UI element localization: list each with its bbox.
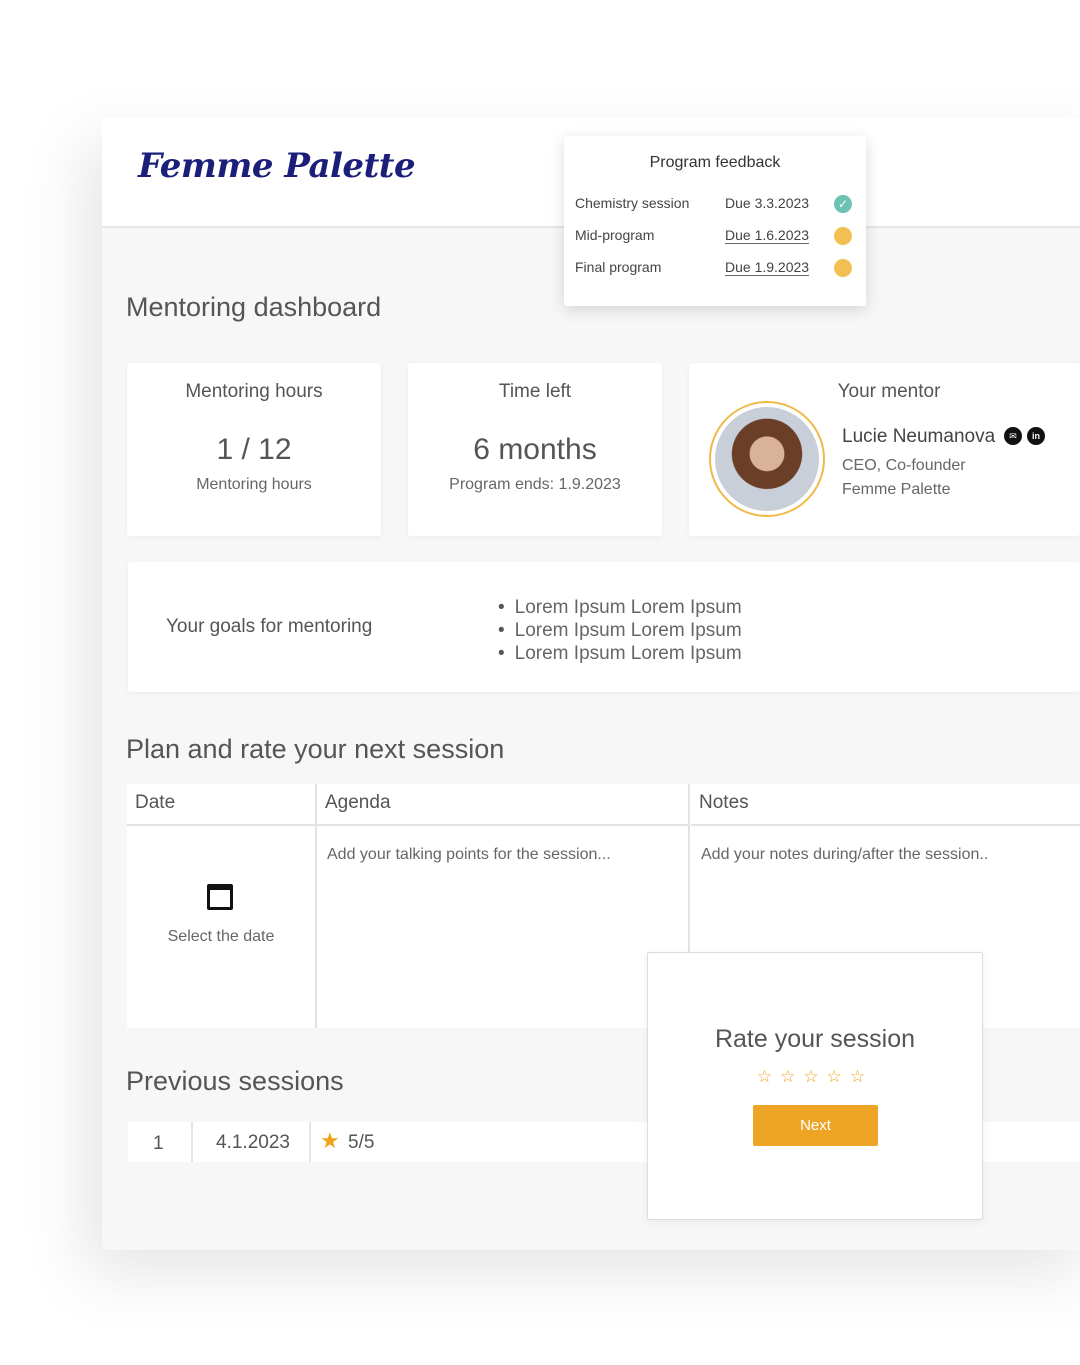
column-divider xyxy=(309,1122,311,1162)
feedback-row: Mid-program Due 1.6.2023 xyxy=(575,225,855,249)
feedback-due-date: Due 3.3.2023 xyxy=(725,195,810,211)
notes-input[interactable]: Add your notes during/after the session.… xyxy=(701,846,988,864)
page-title: Mentoring dashboard xyxy=(126,292,382,322)
mentor-card: Your mentor Lucie Neumanova ✉ in CEO, Co… xyxy=(689,363,1080,536)
mentor-name: Lucie Neumanova xyxy=(842,426,996,447)
card-title: Time left xyxy=(498,381,572,402)
list-item: Lorem Ipsum Lorem Ipsum xyxy=(498,596,742,619)
mentor-company: Femme Palette xyxy=(842,481,951,498)
feedback-due-link[interactable]: Due 1.9.2023 xyxy=(725,259,810,276)
logo[interactable]: Femme Palette xyxy=(138,146,416,186)
pending-status-icon xyxy=(834,227,852,245)
dialog-title: Rate your session xyxy=(714,1025,916,1053)
calendar-icon[interactable] xyxy=(207,884,233,910)
time-left-value: 6 months xyxy=(473,433,597,466)
linkedin-icon[interactable]: in xyxy=(1027,427,1045,445)
feedback-due-link[interactable]: Due 1.6.2023 xyxy=(725,227,810,244)
card-subtitle: Mentoring hours xyxy=(196,476,312,493)
column-header-notes: Notes xyxy=(691,784,1080,826)
agenda-input[interactable]: Add your talking points for the session.… xyxy=(327,846,611,864)
mentoring-hours-card: Mentoring hours 1 / 12 Mentoring hours xyxy=(127,363,381,536)
column-divider xyxy=(315,784,317,1028)
feedback-row: Chemistry session Due 3.3.2023 ✓ xyxy=(575,193,855,217)
feedback-row: Final program Due 1.9.2023 xyxy=(575,257,855,281)
list-item: Lorem Ipsum Lorem Ipsum xyxy=(498,642,742,665)
rate-session-dialog: Rate your session ☆☆☆☆☆ Next xyxy=(647,952,983,1220)
star-icon: ★ xyxy=(320,1128,340,1153)
star-rating[interactable]: ☆☆☆☆☆ xyxy=(648,1067,982,1087)
time-left-card: Time left 6 months Program ends: 1.9.202… xyxy=(408,363,662,536)
feedback-item-name: Final program xyxy=(575,259,662,275)
next-button[interactable]: Next xyxy=(753,1105,878,1146)
section-title: Plan and rate your next session xyxy=(126,734,505,764)
session-date: 4.1.2023 xyxy=(216,1132,290,1153)
goals-label: Your goals for mentoring xyxy=(166,616,373,637)
section-title: Previous sessions xyxy=(126,1066,344,1096)
session-index: 1 xyxy=(153,1133,164,1154)
pending-status-icon xyxy=(834,259,852,277)
email-icon[interactable]: ✉ xyxy=(1004,427,1022,445)
column-header-agenda: Agenda xyxy=(317,784,689,826)
feedback-item-name: Mid-program xyxy=(575,227,655,243)
check-icon: ✓ xyxy=(834,195,852,213)
card-title: Mentoring hours xyxy=(185,381,323,402)
hours-value: 1 / 12 xyxy=(216,433,292,466)
feedback-item-name: Chemistry session xyxy=(575,195,690,211)
session-rating: 5/5 xyxy=(348,1132,375,1153)
card-subtitle: Program ends: 1.9.2023 xyxy=(449,476,621,493)
goals-list: Lorem Ipsum Lorem Ipsum Lorem Ipsum Lore… xyxy=(498,596,742,665)
program-feedback-popup: Program feedback Chemistry session Due 3… xyxy=(564,136,866,306)
list-item: Lorem Ipsum Lorem Ipsum xyxy=(498,619,742,642)
card-title: Your mentor xyxy=(837,381,941,402)
feedback-title: Program feedback xyxy=(649,154,781,171)
select-date-button[interactable]: Select the date xyxy=(127,928,315,946)
avatar xyxy=(709,401,825,517)
mentor-role: CEO, Co-founder xyxy=(842,457,966,474)
column-header-date: Date xyxy=(127,784,315,826)
goals-card: Your goals for mentoring Lorem Ipsum Lor… xyxy=(128,562,1080,692)
column-divider xyxy=(191,1122,193,1162)
